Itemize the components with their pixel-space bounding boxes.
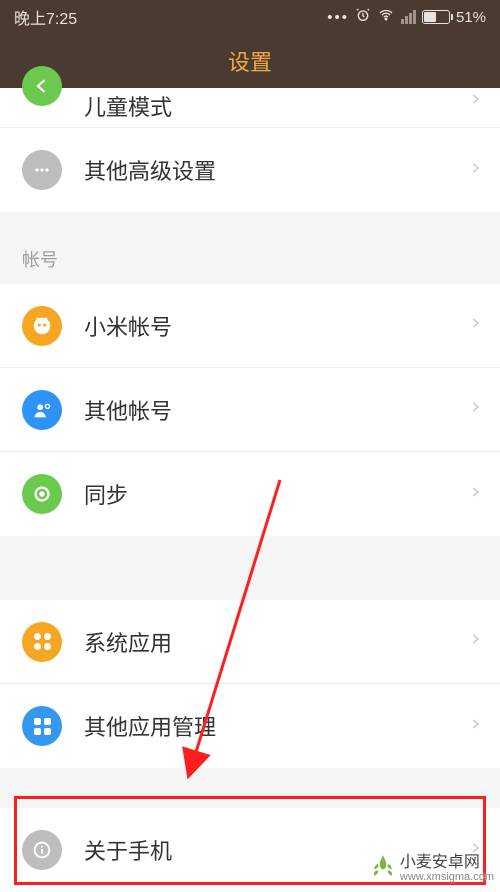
row-label: 儿童模式 — [84, 90, 468, 122]
row-other-account[interactable]: 其他帐号 — [0, 368, 500, 452]
battery-pct: 51% — [456, 9, 486, 26]
settings-list: 儿童模式 其他高级设置 帐号 小米帐号 — [0, 88, 500, 892]
watermark-url: www.xmsigma.com — [400, 872, 494, 883]
page-title: 设置 — [228, 45, 272, 77]
xiaomi-account-icon — [22, 306, 62, 346]
row-label: 其他帐号 — [84, 394, 468, 426]
chevron-right-icon — [468, 628, 482, 655]
more-icon — [22, 150, 62, 190]
chevron-right-icon — [468, 157, 482, 184]
chevron-right-icon — [468, 396, 482, 423]
more-dots-icon: ••• — [327, 9, 349, 26]
signal-icon — [401, 10, 416, 24]
status-time: 晚上7:25 — [14, 5, 77, 29]
row-label: 其他应用管理 — [84, 710, 468, 742]
alarm-icon — [355, 7, 371, 27]
status-bar: 晚上7:25 ••• 51% — [0, 0, 500, 34]
row-system-apps[interactable]: 系统应用 — [0, 600, 500, 684]
section-account-label: 帐号 — [0, 212, 500, 284]
other-account-icon — [22, 390, 62, 430]
chevron-right-icon — [468, 481, 482, 508]
system-apps-icon — [22, 622, 62, 662]
row-kid-mode[interactable]: 儿童模式 — [0, 88, 500, 128]
row-xiaomi-account[interactable]: 小米帐号 — [0, 284, 500, 368]
row-label: 小米帐号 — [84, 310, 468, 342]
chevron-right-icon — [468, 88, 482, 115]
row-label: 其他高级设置 — [84, 154, 468, 186]
sync-icon — [22, 474, 62, 514]
chevron-right-icon — [468, 312, 482, 339]
row-other-app-mgmt[interactable]: 其他应用管理 — [0, 684, 500, 768]
wifi-icon — [377, 7, 395, 27]
row-label: 系统应用 — [84, 626, 468, 658]
wheat-logo-icon — [370, 853, 396, 879]
chevron-right-icon — [468, 713, 482, 740]
row-sync[interactable]: 同步 — [0, 452, 500, 536]
kid-mode-icon — [22, 66, 62, 106]
app-management-icon — [22, 706, 62, 746]
battery-icon — [422, 10, 450, 24]
header: 设置 — [0, 34, 500, 88]
watermark: 小麦安卓网 www.xmsigma.com — [370, 848, 494, 883]
row-label: 同步 — [84, 478, 468, 510]
watermark-name: 小麦安卓网 — [400, 854, 480, 871]
row-advanced-settings[interactable]: 其他高级设置 — [0, 128, 500, 212]
about-phone-icon — [22, 830, 62, 870]
status-right: ••• 51% — [327, 7, 486, 27]
